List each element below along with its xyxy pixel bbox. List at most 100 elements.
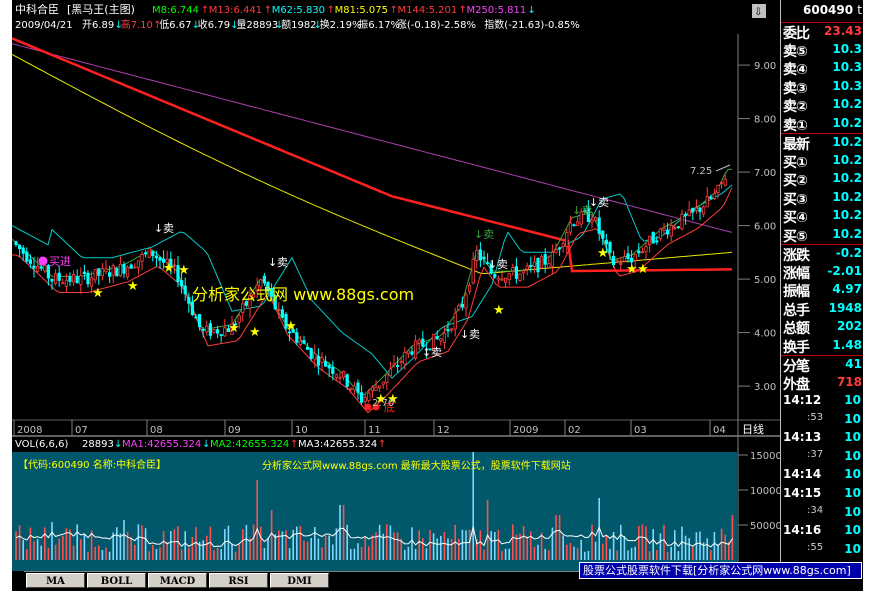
quote-row[interactable]: 换手 1.48 bbox=[781, 337, 863, 356]
quote-row[interactable]: 卖⑤ 10.3 bbox=[781, 41, 863, 60]
vol-item-2: MA1:42655.324 bbox=[122, 439, 201, 450]
tick-time: :37 bbox=[807, 448, 824, 460]
tab-macd[interactable]: MACD bbox=[148, 573, 207, 588]
sell-signal-label: 卖 bbox=[598, 196, 609, 209]
quote-row[interactable]: 外盘 718 bbox=[781, 374, 863, 393]
candle-body bbox=[543, 254, 547, 265]
tab-boll[interactable]: BOLL bbox=[87, 573, 146, 588]
date-axis-label: 2008 bbox=[17, 425, 42, 436]
quote-row[interactable]: 总额 202 bbox=[781, 318, 863, 337]
candle-body bbox=[313, 353, 317, 360]
quote-value: -0.2 bbox=[835, 246, 862, 260]
quote-label: 买④ bbox=[783, 210, 808, 226]
ad-bar[interactable]: 股票公式股票软件下载[分析家公式网www.88gs.com] bbox=[579, 562, 862, 579]
candle-body bbox=[478, 249, 483, 261]
tab-rsi[interactable]: RSI bbox=[209, 573, 268, 588]
candle-body bbox=[547, 262, 551, 268]
quote-row[interactable]: 买② 10.2 bbox=[781, 170, 863, 189]
candle-body bbox=[277, 309, 281, 311]
candle-body bbox=[187, 296, 191, 304]
sell-arrow-icon: ↓ bbox=[460, 328, 469, 341]
tick-time: 14:16 bbox=[783, 523, 822, 538]
candle-body bbox=[104, 268, 108, 273]
sell-signal-label: ↓卖 bbox=[572, 204, 592, 217]
candle-body bbox=[540, 256, 544, 269]
period-label[interactable]: 日线 bbox=[742, 422, 764, 436]
quote-label: 卖① bbox=[783, 117, 808, 134]
candle-body bbox=[669, 225, 673, 237]
quote-row[interactable]: 涨跌 -0.2 bbox=[781, 244, 863, 264]
quote-value: 10.3 bbox=[832, 60, 862, 74]
candle-body bbox=[507, 273, 511, 281]
candle-body bbox=[521, 270, 526, 274]
date-axis-label: 10 bbox=[295, 425, 308, 436]
candle-body bbox=[86, 272, 90, 285]
candle-body bbox=[32, 265, 36, 269]
candle-body bbox=[518, 273, 522, 281]
quote-label: 买② bbox=[783, 173, 808, 189]
sell-signal-label: 卖 bbox=[163, 222, 174, 235]
quote-label: 涨幅 bbox=[783, 265, 810, 282]
quote-row[interactable]: 委比 23.43 bbox=[781, 22, 863, 42]
candle-body bbox=[503, 277, 508, 283]
quote-row[interactable]: 卖① 10.2 bbox=[781, 115, 863, 134]
quote-row[interactable]: 振幅 4.97 bbox=[781, 281, 863, 300]
date-axis-label: 02 bbox=[568, 425, 581, 436]
quote-value: 10.3 bbox=[832, 41, 862, 56]
quote-row[interactable]: 买① 10.2 bbox=[781, 152, 863, 171]
candle-body bbox=[280, 309, 285, 318]
info-item-4: 低6.67 bbox=[159, 18, 191, 31]
tab-ma[interactable]: MA bbox=[26, 573, 85, 588]
candle-body bbox=[536, 257, 540, 273]
quote-row[interactable]: 分笔 41 bbox=[781, 355, 863, 375]
sell-signal-label: 卖 bbox=[431, 346, 442, 359]
tick-value: 10 bbox=[844, 448, 861, 463]
ma-value-5: M250:5.811 bbox=[467, 5, 527, 16]
quote-row[interactable]: 卖④ 10.3 bbox=[781, 59, 863, 78]
quote-row[interactable]: 买④ 10.2 bbox=[781, 207, 863, 226]
tick-time: :53 bbox=[807, 411, 824, 423]
quote-row[interactable]: 买⑤ 10.2 bbox=[781, 226, 863, 245]
candle-body bbox=[64, 279, 69, 287]
quote-row[interactable]: 卖② 10.2 bbox=[781, 96, 863, 115]
quote-row[interactable]: 买③ 10.2 bbox=[781, 189, 863, 208]
chart-area[interactable]: 9.00 8.00 7.00 6.00 5.00 4.00 3.00 2008 07 08 09 10… bbox=[12, 0, 780, 591]
date-axis-label: 04 bbox=[713, 425, 726, 436]
info-item-14: 涨(-0.18)-2.58% bbox=[397, 19, 476, 31]
candle-body bbox=[140, 254, 144, 262]
star-signal-icon: ★ bbox=[163, 261, 175, 276]
candle-body bbox=[601, 230, 605, 239]
candle-body bbox=[449, 328, 454, 331]
side-panel-scrollbar[interactable] bbox=[780, 578, 863, 591]
candle-body bbox=[212, 329, 216, 333]
quote-row[interactable]: 总手 1948 bbox=[781, 300, 863, 319]
candle-body bbox=[687, 209, 691, 216]
quote-row[interactable]: 卖③ 10.3 bbox=[781, 78, 863, 97]
price-axis-label: 8.00 bbox=[754, 115, 776, 126]
candle-body bbox=[392, 363, 396, 366]
candle-body bbox=[111, 265, 115, 276]
quote-label: 卖② bbox=[783, 99, 808, 115]
quote-row[interactable]: 涨幅 -2.01 bbox=[781, 263, 863, 282]
quote-label: 买⑤ bbox=[783, 228, 808, 245]
kline-chart[interactable]: 9.00 8.00 7.00 6.00 5.00 4.00 3.00 2008 07 08 09 10… bbox=[12, 0, 780, 591]
tab-dmi[interactable]: DMI bbox=[270, 573, 329, 588]
info-date: 2009/04/21 bbox=[15, 20, 73, 31]
info-item-15: 指数(-21.63)-0.85% bbox=[484, 18, 579, 31]
candle-body bbox=[133, 266, 137, 269]
candle-body bbox=[75, 276, 79, 284]
candle-body bbox=[597, 217, 601, 234]
price-axis-label: 9.00 bbox=[754, 61, 776, 72]
candle-body bbox=[694, 207, 699, 211]
sell-arrow-icon: ↓ bbox=[154, 222, 163, 235]
quote-value: 202 bbox=[836, 319, 862, 333]
indicator-title[interactable]: [黑马王(主图) bbox=[67, 3, 135, 16]
candle-body bbox=[108, 272, 112, 277]
candle-body bbox=[568, 222, 573, 233]
quote-label: 买③ bbox=[783, 191, 808, 208]
candle-body bbox=[626, 253, 630, 260]
quote-label: 总手 bbox=[783, 302, 810, 319]
quote-row[interactable]: 最新 10.2 bbox=[781, 133, 863, 153]
candle-body bbox=[554, 249, 558, 253]
candle-body bbox=[464, 294, 468, 309]
